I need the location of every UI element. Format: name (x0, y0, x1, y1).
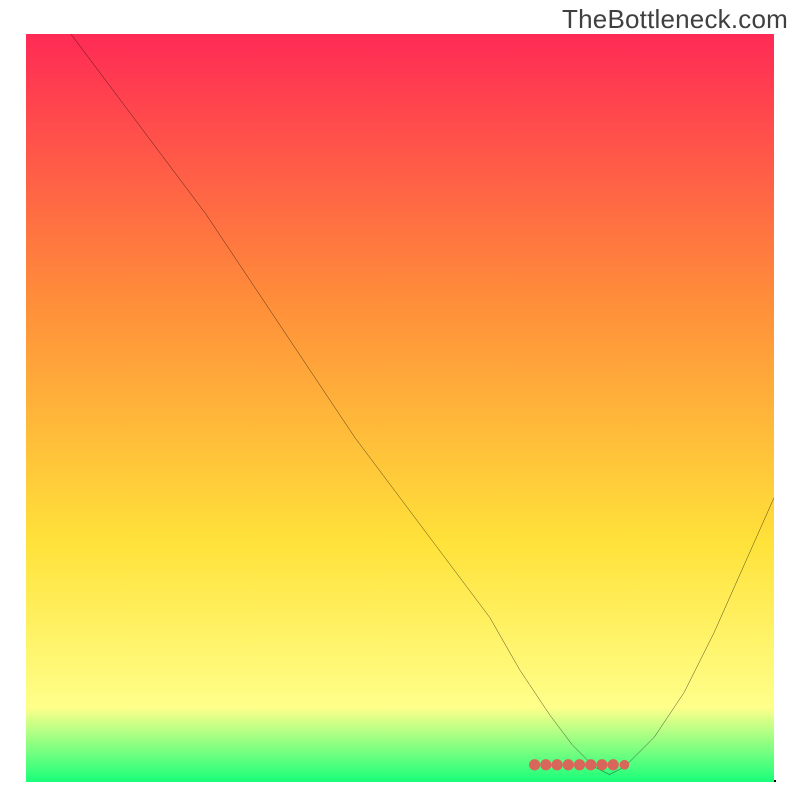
chart-svg (26, 34, 774, 782)
gradient-bg (26, 34, 774, 782)
chart-container: { "watermark": "TheBottleneck.com", "cha… (0, 0, 800, 800)
watermark-text: TheBottleneck.com (562, 4, 788, 35)
minimum-marker (529, 759, 629, 770)
